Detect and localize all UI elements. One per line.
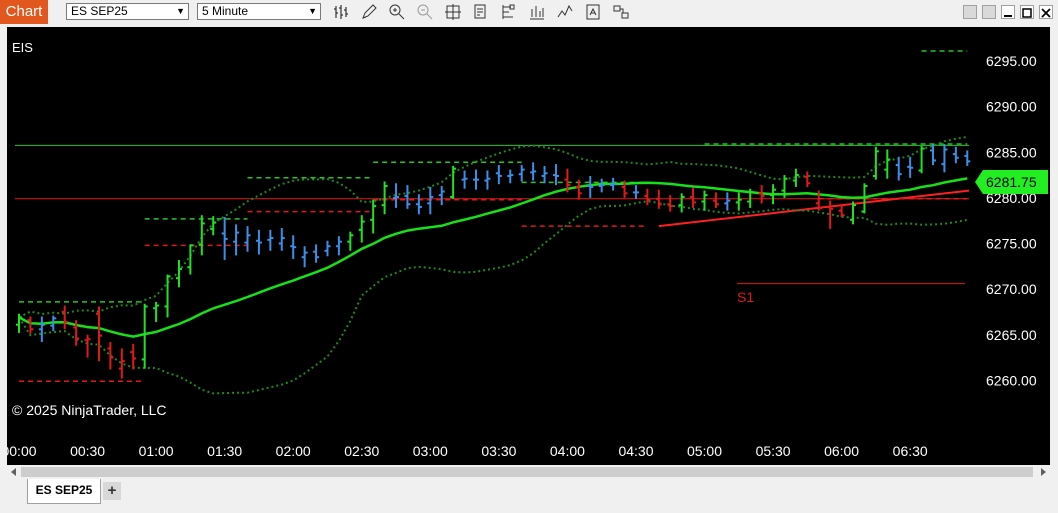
minimize-icon (1004, 15, 1012, 17)
x-tick-label: 01:30 (207, 443, 242, 459)
interval-value: 5 Minute (202, 4, 249, 18)
chart-panel[interactable]: 6295.00 6290.00 6285.00 6280.00 6275.00 6270.… (1, 27, 1050, 465)
crosshair-icon[interactable] (444, 3, 462, 21)
last-price-label: 6281.75 (986, 174, 1037, 190)
indicators-icon[interactable] (556, 3, 574, 21)
y-tick-label: 6290.00 (986, 99, 1037, 115)
x-tick-label: 00:30 (70, 443, 105, 459)
chart-tabs: ES SEP25 + (0, 479, 1058, 513)
scrollbar-thumb[interactable] (21, 467, 1033, 477)
scroll-left-icon[interactable] (11, 468, 16, 476)
chevron-down-icon: ▼ (176, 6, 185, 16)
x-tick-label: 04:30 (618, 443, 653, 459)
maximize-icon (1022, 8, 1032, 18)
zoom-out-icon[interactable] (416, 3, 434, 21)
y-tick-label: 6265.00 (986, 327, 1037, 343)
close-icon (1041, 8, 1051, 18)
s1-label: S1 (737, 289, 754, 305)
restore-button[interactable] (963, 5, 977, 19)
chevron-down-icon: ▼ (308, 6, 317, 16)
maximize-button[interactable] (982, 5, 996, 19)
interval-selector[interactable]: 5 Minute ▼ (197, 3, 321, 20)
bar-type-icon[interactable] (332, 3, 350, 21)
x-tick-label: 01:00 (139, 443, 174, 459)
drawing-tool-icon[interactable] (360, 3, 378, 21)
templates-icon[interactable] (584, 3, 602, 21)
last-price-marker: 6281.75 (975, 170, 1048, 194)
minimize-button[interactable] (1001, 5, 1015, 19)
copyright-label: © 2025 NinjaTrader, LLC (12, 402, 167, 418)
add-tab-button[interactable]: + (103, 482, 121, 500)
x-tick-label: 02:30 (344, 443, 379, 459)
tab-es-sep25[interactable]: ES SEP25 (27, 479, 101, 504)
x-tick-label: 06:00 (824, 443, 859, 459)
x-tick-label: 03:30 (481, 443, 516, 459)
x-tick-label: 00:00 (7, 443, 37, 459)
y-tick-label: 6270.00 (986, 281, 1037, 297)
x-tick-label: 04:00 (550, 443, 585, 459)
properties-icon[interactable] (500, 3, 518, 21)
close-button[interactable] (1039, 5, 1053, 19)
window-linking-icon[interactable] (612, 3, 630, 21)
x-tick-label: 05:00 (687, 443, 722, 459)
window-titlebar: Chart ES SEP25 ▼ 5 Minute ▼ (0, 0, 1058, 24)
instrument-value: ES SEP25 (71, 4, 128, 18)
y-tick-label: 6285.00 (986, 144, 1037, 160)
strategies-icon[interactable] (528, 3, 546, 21)
zoom-in-icon[interactable] (388, 3, 406, 21)
scroll-right-icon[interactable] (1041, 468, 1046, 476)
window-title[interactable]: Chart (0, 0, 48, 24)
data-box-icon[interactable] (472, 3, 490, 21)
x-tick-label: 02:00 (276, 443, 311, 459)
horizontal-scrollbar[interactable] (7, 465, 1050, 479)
x-tick-label: 03:00 (413, 443, 448, 459)
maximize-window-button[interactable] (1020, 5, 1034, 19)
symbol-label: EIS (12, 40, 33, 55)
price-chart[interactable]: 6295.006290.006285.006280.006275.006270.… (1, 27, 1050, 465)
x-tick-label: 06:30 (893, 443, 928, 459)
scrollbar-graphic (11, 467, 1046, 477)
y-tick-label: 6295.00 (986, 53, 1037, 69)
x-tick-label: 05:30 (756, 443, 791, 459)
instrument-selector[interactable]: ES SEP25 ▼ (66, 3, 189, 20)
y-tick-label: 6260.00 (986, 372, 1037, 388)
y-tick-label: 6275.00 (986, 236, 1037, 252)
